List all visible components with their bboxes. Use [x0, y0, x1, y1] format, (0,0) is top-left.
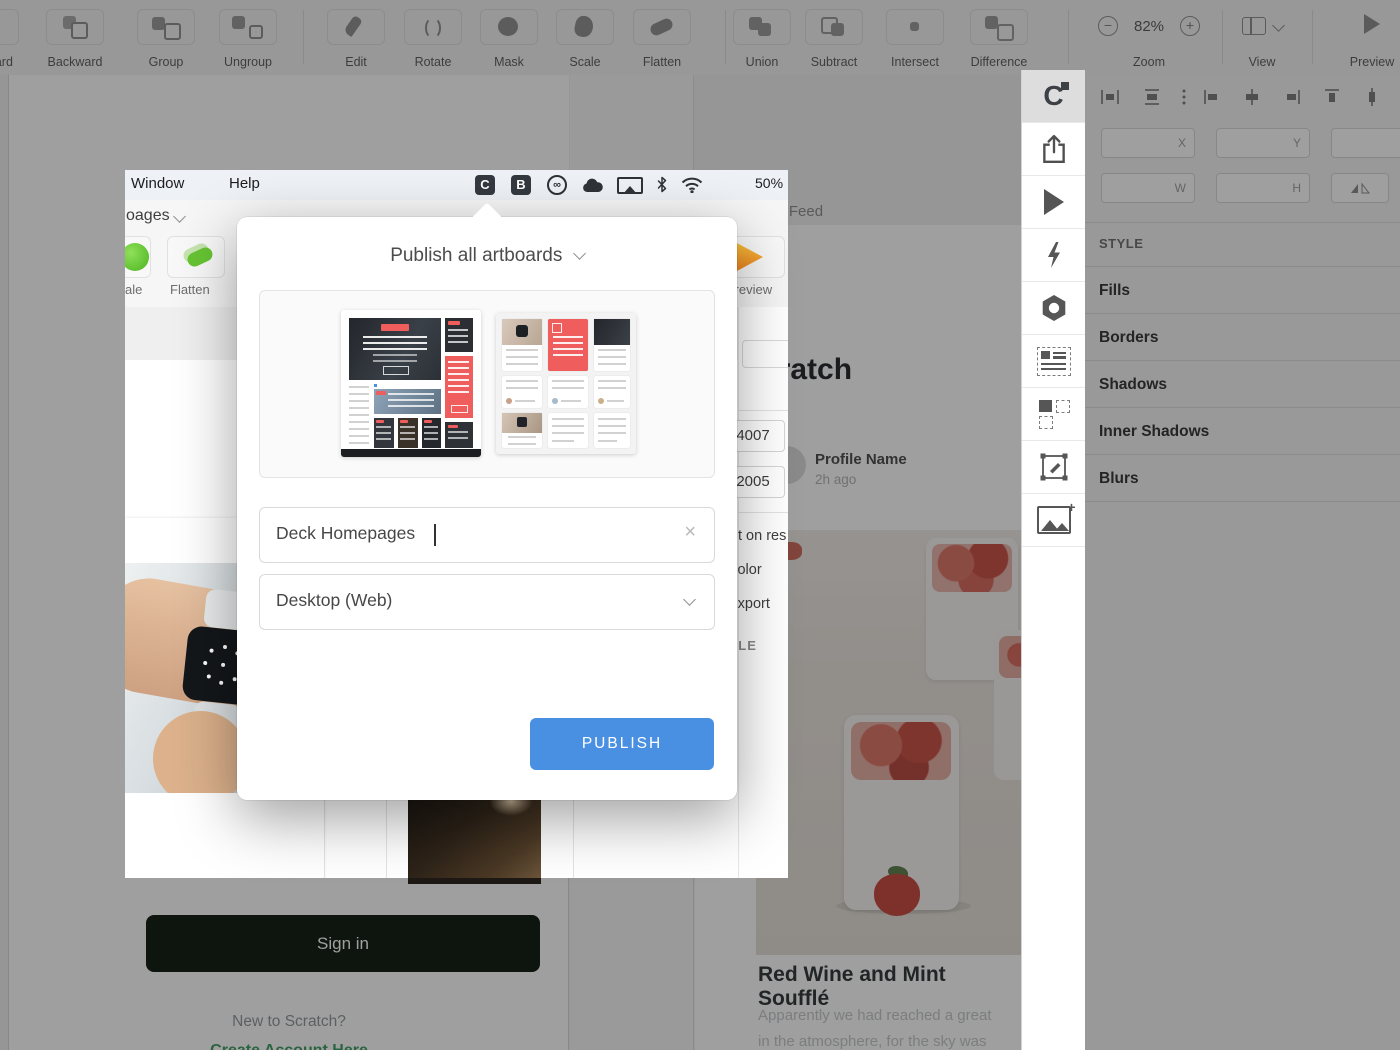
hexagon-icon: [1039, 293, 1069, 323]
craft-panel: C: [1021, 70, 1085, 1050]
craft-stock-button[interactable]: [1022, 441, 1085, 494]
battery-status: 50%: [755, 175, 783, 191]
bluetooth-icon[interactable]: [656, 176, 668, 198]
chevron-down-icon: [173, 210, 186, 223]
publish-name-input[interactable]: Deck Homepages ×: [259, 507, 715, 563]
popover-title: Publish all artboards: [390, 245, 562, 266]
dim-overlay: [0, 878, 1021, 1050]
dim-overlay: [1084, 878, 1400, 1050]
artboard-preview-well: [259, 290, 715, 478]
publish-button[interactable]: PUBLISH: [530, 718, 714, 770]
chevron-down-icon: [683, 593, 696, 606]
craft-prototype-button[interactable]: [1022, 282, 1085, 335]
craft-library-button[interactable]: [1022, 388, 1085, 441]
b-plugin-status-icon[interactable]: B: [511, 175, 531, 195]
dim-overlay: [0, 0, 1400, 70]
edit-frame-icon: [1038, 451, 1070, 483]
inspector-fragment-strip: [738, 307, 788, 878]
app-window: Forward Backward Group Ungroup Edit Rota…: [0, 0, 1400, 1050]
craft-status-icon[interactable]: C: [475, 175, 495, 195]
lightning-icon: [1045, 241, 1063, 269]
dim-overlay: [1084, 70, 1400, 170]
resize-option-fragment[interactable]: t on res: [738, 528, 786, 544]
dim-overlay: [788, 170, 1021, 878]
text-caret: [434, 524, 436, 546]
image-plus-icon: +: [1037, 506, 1071, 534]
cloud-icon[interactable]: [582, 178, 604, 198]
artboard-thumbnail-grid[interactable]: [496, 313, 636, 454]
menu-window[interactable]: Window: [131, 175, 184, 192]
craft-logo-button[interactable]: C: [1022, 70, 1085, 123]
wifi-icon[interactable]: [681, 176, 703, 198]
craft-preview-button[interactable]: [1022, 176, 1085, 229]
page-dropdown[interactable]: oages: [126, 207, 170, 225]
clear-input-icon[interactable]: ×: [684, 521, 696, 544]
input-value: Deck Homepages: [276, 523, 415, 544]
craft-sync-button[interactable]: [1022, 229, 1085, 282]
publish-popover: Publish all artboards: [237, 217, 737, 800]
dim-overlay: [1084, 170, 1400, 878]
library-icon: [1038, 399, 1070, 429]
craft-data-button[interactable]: [1022, 335, 1085, 388]
dim-overlay: [0, 170, 125, 878]
menu-help[interactable]: Help: [229, 175, 260, 192]
chevron-down-icon: [573, 247, 586, 260]
dim-overlay: [0, 70, 1021, 170]
airplay-icon[interactable]: [617, 177, 643, 194]
creative-cloud-icon[interactable]: ∞: [547, 175, 567, 195]
share-icon: [1041, 134, 1067, 164]
content-blocks-icon: [1037, 347, 1071, 376]
popover-title-row[interactable]: Publish all artboards: [237, 245, 737, 267]
select-value: Desktop (Web): [276, 590, 392, 611]
menu-bar: Window Help C B ∞ 50%: [125, 170, 788, 201]
format-select[interactable]: Desktop (Web): [259, 574, 715, 630]
artboard-thumbnail-desktop[interactable]: [341, 310, 481, 457]
craft-photos-button[interactable]: +: [1022, 494, 1085, 547]
play-icon: [1044, 189, 1064, 215]
craft-share-button[interactable]: [1022, 123, 1085, 176]
